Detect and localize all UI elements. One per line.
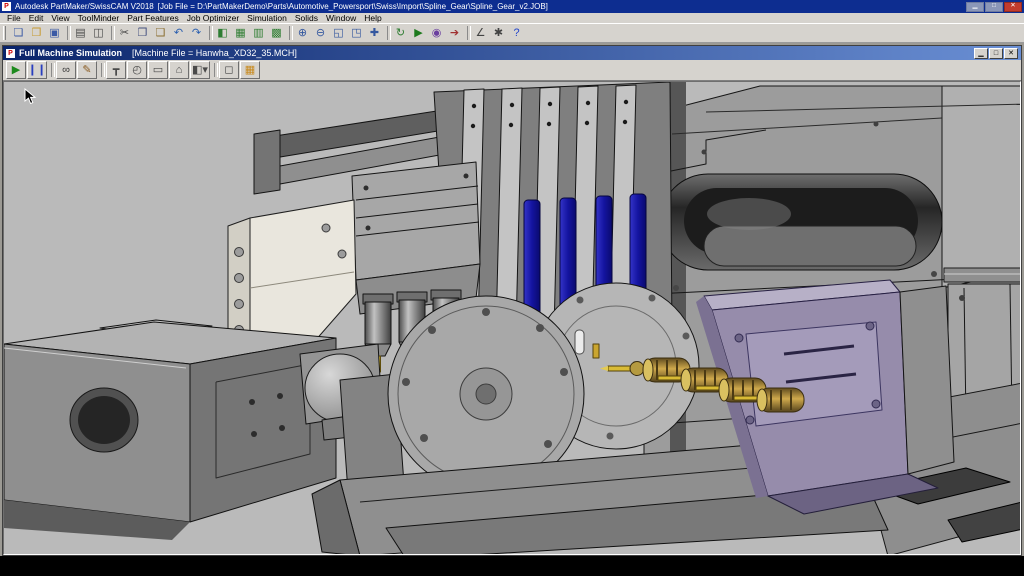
save-icon[interactable]: ▣ (46, 25, 63, 41)
separator (464, 25, 471, 41)
maximize-button[interactable]: □ (985, 1, 1003, 12)
process-table-icon[interactable]: ▥ (250, 25, 267, 41)
machine-display-icon[interactable]: ⌂ (169, 61, 189, 79)
job-file-path: [Job File = D:\PartMakerDemo\Parts\Autom… (157, 2, 548, 11)
mouse-cursor (24, 88, 37, 105)
tool-display-icon[interactable]: ┳ (106, 61, 126, 79)
view-mode-dropdown[interactable]: ◧▾ (190, 61, 210, 79)
job-optimizer-icon[interactable]: ▩ (268, 25, 285, 41)
separator (48, 62, 55, 78)
pause-button[interactable]: ❙❙ (27, 61, 47, 79)
letterbox-bar (0, 556, 1024, 576)
menu-item[interactable]: Help (360, 13, 385, 24)
zoom-fit-icon[interactable]: ◳ (348, 25, 365, 41)
part-features-window-icon[interactable]: ◧ (214, 25, 231, 41)
title-bar: P Autodesk PartMaker/SwissCAM V2018 [Job… (0, 0, 1024, 13)
toolbar-grip (3, 26, 6, 40)
menu-bar: File Edit View ToolMinder Part Features Job O… (0, 13, 1024, 24)
verify-glasses-icon[interactable]: ∞ (56, 61, 76, 79)
menu-item[interactable]: Solids (291, 13, 322, 24)
separator (384, 25, 391, 41)
options-icon[interactable]: ✱ (490, 25, 507, 41)
menu-item[interactable]: Job Optimizer (183, 13, 243, 24)
print-icon[interactable]: ▤ (72, 25, 89, 41)
redo-icon[interactable]: ↷ (188, 25, 205, 41)
application-window: P Autodesk PartMaker/SwissCAM V2018 [Job… (0, 0, 1024, 576)
window-controls: ▁ □ ✕ (966, 1, 1022, 12)
undo-icon[interactable]: ↶ (170, 25, 187, 41)
open-folder-icon[interactable]: ❒ (28, 25, 45, 41)
menu-item[interactable]: View (47, 13, 73, 24)
close-button[interactable]: ✕ (1004, 1, 1022, 12)
print-preview-icon[interactable]: ◫ (90, 25, 107, 41)
separator (211, 62, 218, 78)
post-process-icon[interactable]: ➔ (446, 25, 463, 41)
simulation-toolbar: ▶ ❙❙ ∞ ✎ ┳ ◴ ▭ ⌂ ◧▾ ◻ ▦ (3, 60, 1021, 81)
copy-icon[interactable]: ❐ (134, 25, 151, 41)
simulation-icon[interactable]: ▶ (410, 25, 427, 41)
simulation-window-title: Full Machine Simulation (19, 48, 123, 58)
separator (286, 25, 293, 41)
help-icon[interactable]: ? (508, 25, 525, 41)
separator (206, 25, 213, 41)
sim-close-button[interactable]: ✕ (1004, 47, 1018, 59)
menu-item[interactable]: Part Features (123, 13, 183, 24)
simulation-window-titlebar: P Full Machine Simulation [Machine File … (3, 46, 1021, 60)
report-icon[interactable]: ▦ (240, 61, 260, 79)
zoom-in-icon[interactable]: ⊕ (294, 25, 311, 41)
separator (98, 62, 105, 78)
single-block-icon[interactable]: ◻ (219, 61, 239, 79)
sim-minimize-button[interactable]: ▁ (974, 47, 988, 59)
zoom-window-icon[interactable]: ◱ (330, 25, 347, 41)
tools-window-icon[interactable]: ▦ (232, 25, 249, 41)
sim-maximize-button[interactable]: □ (989, 47, 1003, 59)
measure-icon[interactable]: ∠ (472, 25, 489, 41)
simulation-window-icon: P (6, 48, 15, 58)
minimize-button[interactable]: ▁ (966, 1, 984, 12)
edit-pencil-icon[interactable]: ✎ (77, 61, 97, 79)
pan-icon[interactable]: ✚ (366, 25, 383, 41)
main-toolbar: ❏ ❒ ▣ ▤ ◫ ✂ ❐ ❑ ↶ ↷ ◧ ▦ ▥ ▩ ⊕ ⊖ ◱ ◳ ✚ ↻ ▶ ◉ ➔ ∠ ✱? (0, 24, 1024, 43)
paste-icon[interactable]: ❑ (152, 25, 169, 41)
separator (108, 25, 115, 41)
menu-item[interactable]: Edit (25, 13, 48, 24)
simulation-viewport[interactable] (3, 81, 1021, 555)
menu-item[interactable]: File (3, 13, 25, 24)
menu-item[interactable]: ToolMinder (74, 13, 124, 24)
machine-file-label: [Machine File = Hanwha_XD32_35.MCH] (132, 48, 297, 58)
simulation-window: P Full Machine Simulation [Machine File … (2, 45, 1022, 556)
play-button[interactable]: ▶ (6, 61, 26, 79)
separator (64, 25, 71, 41)
turret-display-icon[interactable]: ◴ (127, 61, 147, 79)
sim-window-controls: ▁ □ ✕ (974, 47, 1018, 59)
app-title: Autodesk PartMaker/SwissCAM V2018 (15, 2, 154, 11)
new-document-icon[interactable]: ❏ (10, 25, 27, 41)
redraw-icon[interactable]: ↻ (392, 25, 409, 41)
menu-item[interactable]: Window (322, 13, 360, 24)
cut-icon[interactable]: ✂ (116, 25, 133, 41)
app-icon: P (2, 2, 11, 11)
verify-icon[interactable]: ◉ (428, 25, 445, 41)
zoom-out-icon[interactable]: ⊖ (312, 25, 329, 41)
machine-3d-render (4, 82, 1020, 554)
menu-item[interactable]: Simulation (243, 13, 291, 24)
mdi-area: P Full Machine Simulation [Machine File … (0, 43, 1024, 556)
stock-display-icon[interactable]: ▭ (148, 61, 168, 79)
